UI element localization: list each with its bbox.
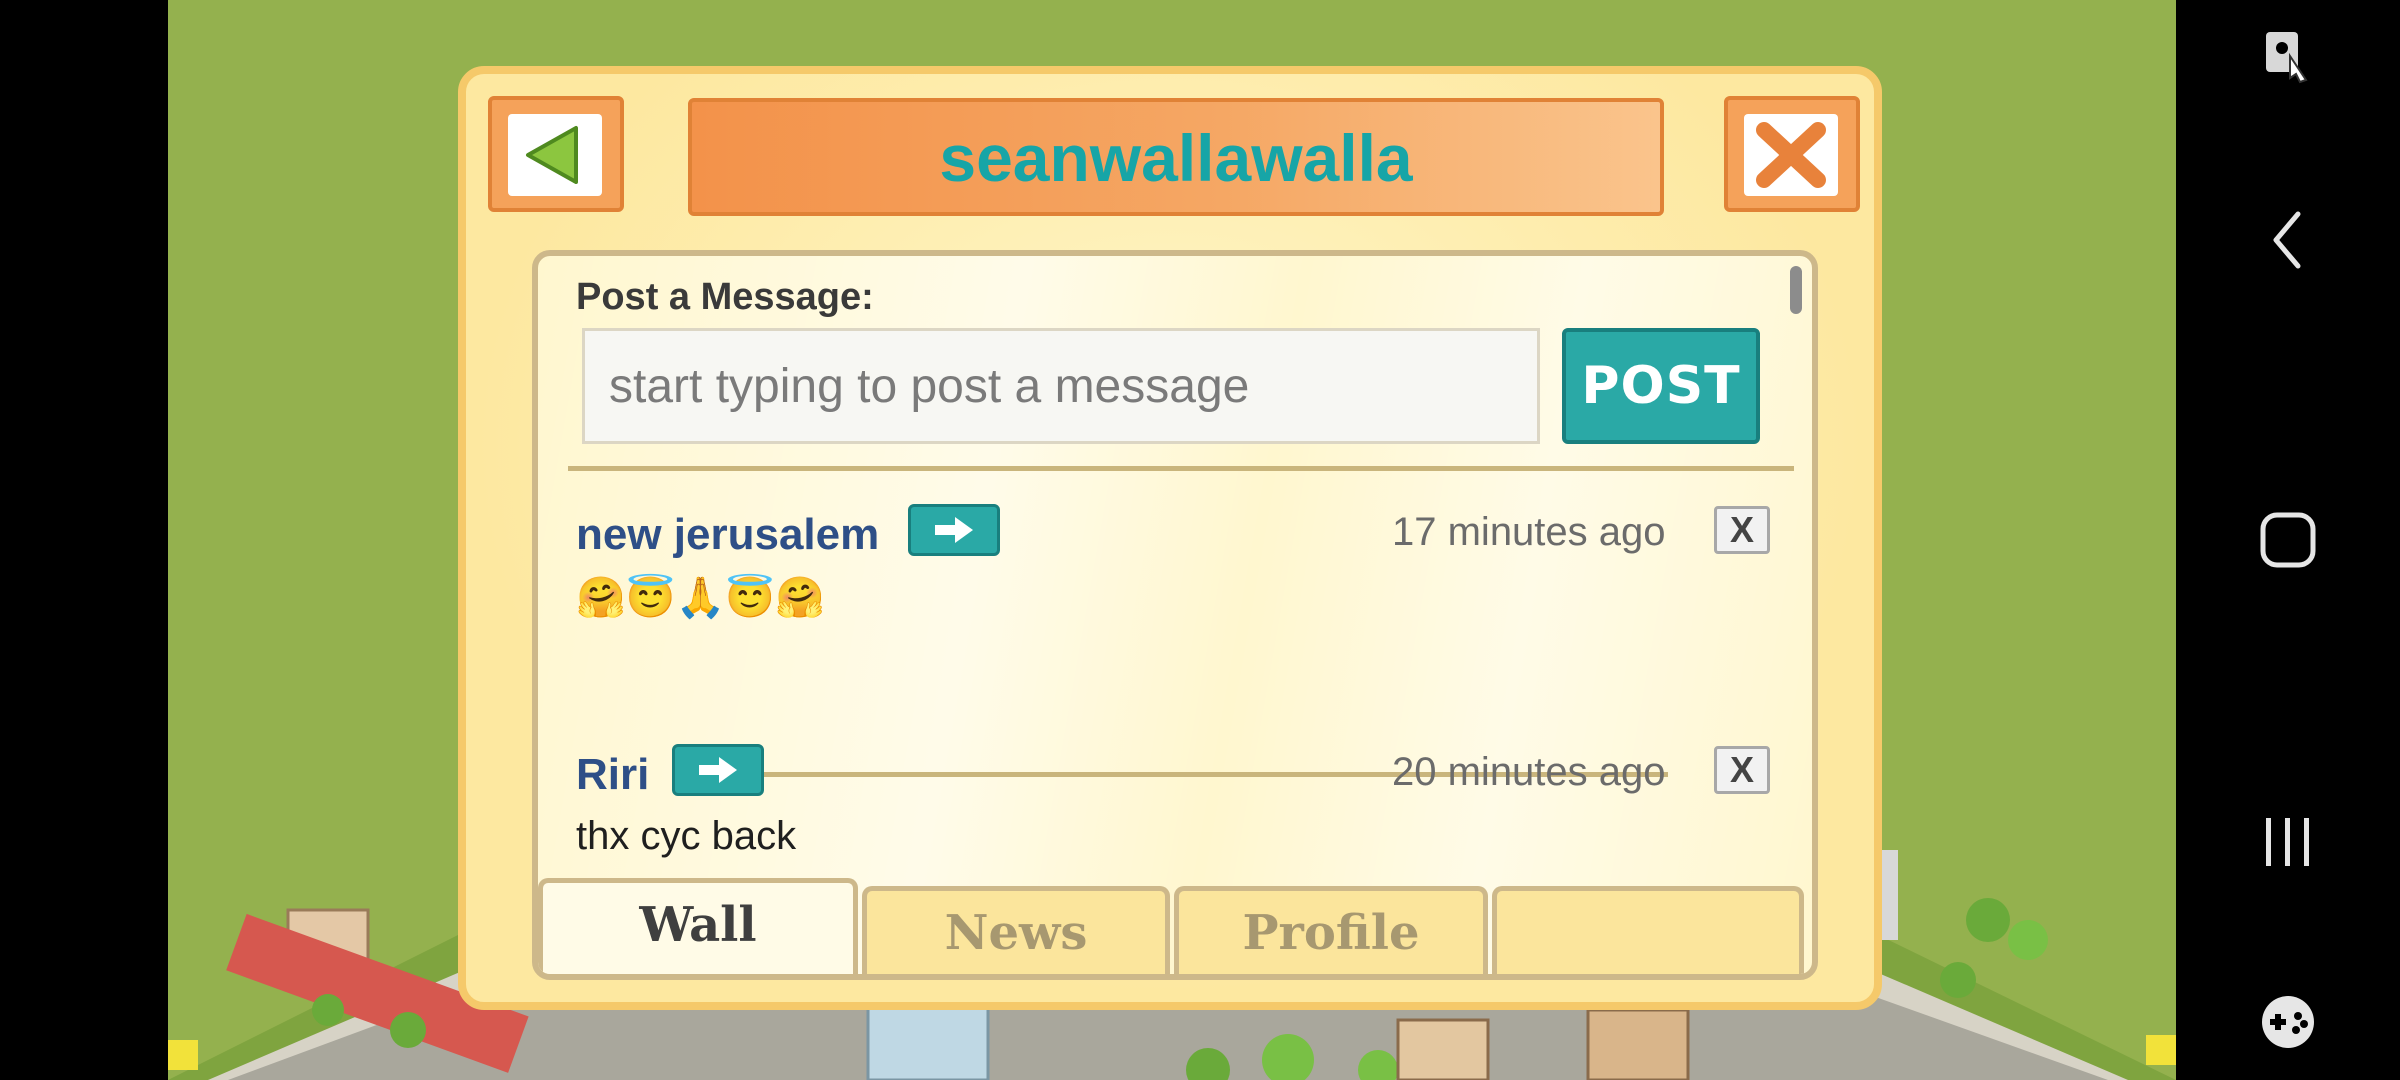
tab-wall[interactable]: Wall xyxy=(538,878,858,974)
nav-back-icon[interactable] xyxy=(2268,208,2308,272)
nav-home-icon[interactable] xyxy=(2258,510,2318,570)
close-x-icon xyxy=(1756,122,1826,188)
post-author[interactable]: new jerusalem xyxy=(576,510,879,560)
wall-post: Riri 20 minutes ago X thx cyc back xyxy=(576,736,1812,858)
post-button[interactable]: POST xyxy=(1562,328,1760,444)
wall-post: new jerusalem 17 minutes ago X 🤗😇🙏😇🤗 xyxy=(576,496,1812,620)
back-arrow-icon xyxy=(526,126,578,184)
tab-profile[interactable]: Profile xyxy=(1174,886,1488,974)
composer-divider xyxy=(568,466,1794,471)
tab-news[interactable]: News xyxy=(862,886,1170,974)
post-message: thx cyc back xyxy=(576,814,797,858)
game-tools-icon[interactable] xyxy=(2256,992,2320,1052)
post-time: 20 minutes ago xyxy=(1392,750,1666,794)
system-navigation-bar xyxy=(2176,0,2400,1080)
post-message: 🤗😇🙏😇🤗 xyxy=(576,576,826,620)
delete-post-button[interactable]: X xyxy=(1714,506,1770,554)
dialog-title: seanwallawalla xyxy=(939,121,1413,195)
post-author[interactable]: Riri xyxy=(576,750,649,800)
screen-assist-icon[interactable] xyxy=(2260,28,2316,88)
profile-wall-dialog: seanwallawalla Post a Message: POST new … xyxy=(458,66,1882,1010)
message-input[interactable] xyxy=(582,328,1540,444)
title-bar: seanwallawalla xyxy=(688,98,1664,216)
post-time: 17 minutes ago xyxy=(1392,510,1666,554)
right-arrow-icon xyxy=(935,517,973,543)
tab-empty[interactable] xyxy=(1492,886,1804,974)
delete-post-button[interactable]: X xyxy=(1714,746,1770,794)
scrollbar-thumb[interactable] xyxy=(1790,266,1802,314)
nav-recents-icon[interactable] xyxy=(2260,814,2316,870)
wall-panel: Post a Message: POST new jerusalem 17 mi… xyxy=(532,250,1818,980)
goto-profile-button[interactable] xyxy=(908,504,1000,556)
back-button[interactable] xyxy=(488,96,624,212)
close-button[interactable] xyxy=(1724,96,1860,212)
post-message-label: Post a Message: xyxy=(576,276,874,318)
tab-bar: Wall News Profile xyxy=(538,878,1812,974)
goto-profile-button[interactable] xyxy=(672,744,764,796)
right-arrow-icon xyxy=(699,757,737,783)
